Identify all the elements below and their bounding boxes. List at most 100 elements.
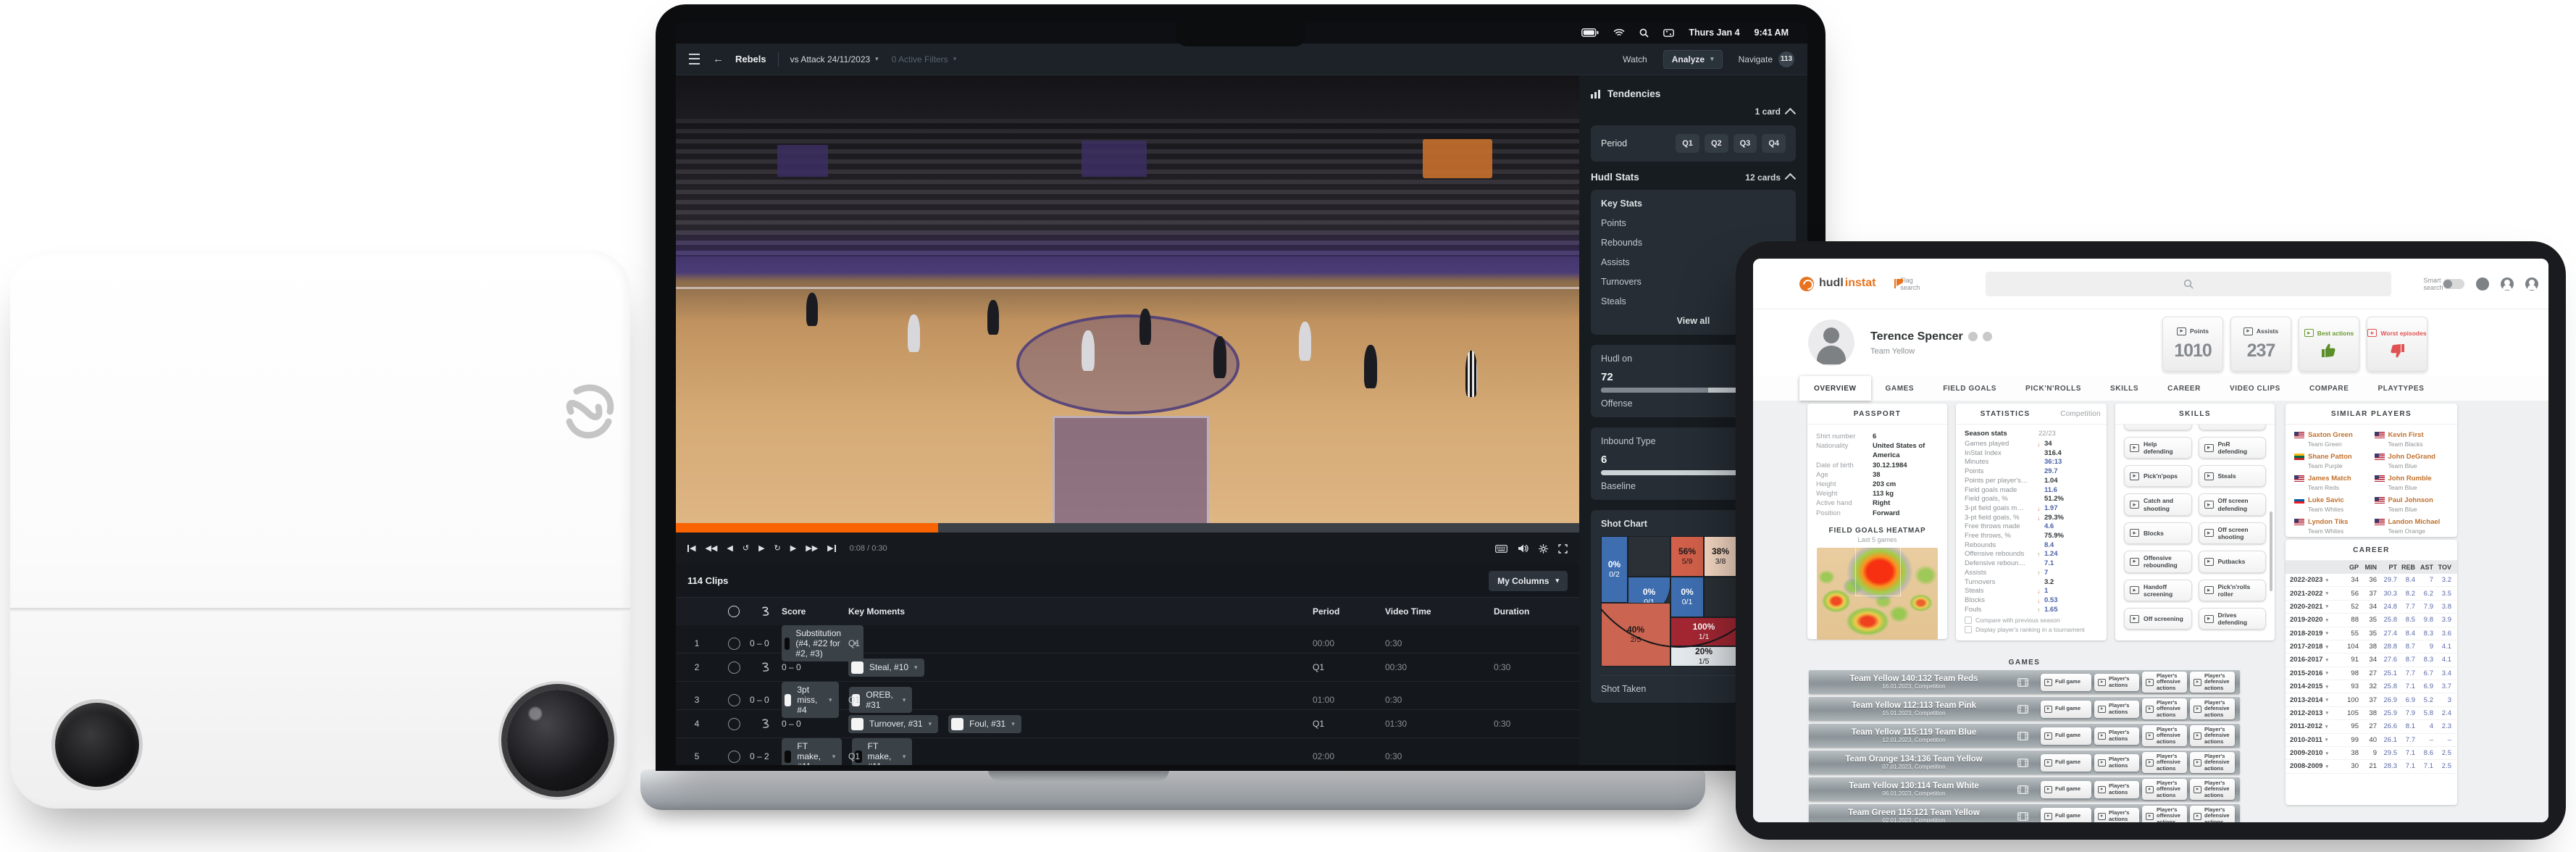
forward-button[interactable]: ↻: [774, 545, 781, 553]
profile-tab[interactable]: GAMES: [1871, 376, 1929, 401]
full-game-button[interactable]: ▶ Full game: [2041, 701, 2091, 718]
player-badge-icon[interactable]: [1983, 332, 1992, 341]
settings-gear-icon[interactable]: [1539, 544, 1548, 554]
skill-button[interactable]: ▶ Putbacks: [2199, 551, 2267, 572]
moment-chip[interactable]: FT make, #11 ▾: [782, 738, 842, 765]
shot-zone[interactable]: 40%2/5: [1601, 603, 1670, 667]
player-actions-button[interactable]: ▶ Player's actions: [2094, 674, 2139, 691]
player-defensive-actions-button[interactable]: ▶ Player's defensive actions: [2190, 725, 2235, 747]
similar-player[interactable]: Shane Patton Team Purple: [2294, 453, 2369, 469]
fullscreen-icon[interactable]: [1558, 544, 1568, 554]
skill-button[interactable]: ▶ Help defending: [2124, 437, 2192, 459]
game-row[interactable]: Team Yellow 115:119 Team Blue 12.01.2023…: [1809, 724, 2240, 748]
analyze-dropdown[interactable]: Analyze▾: [1663, 50, 1723, 69]
player-badge-icon[interactable]: [1968, 332, 1978, 341]
skill-button[interactable]: ▶ Off screen shooting: [2199, 522, 2267, 544]
search-icon[interactable]: [1639, 28, 1649, 38]
game-row[interactable]: Team Yellow 112:113 Team Pink 15.01.2023…: [1809, 697, 2240, 721]
game-row[interactable]: Team Orange 134:136 Team Yellow 07.01.20…: [1809, 751, 2240, 774]
season-dropdown[interactable]: 2018-2019▾: [2290, 630, 2341, 638]
player-defensive-actions-button[interactable]: ▶ Player's defensive actions: [2190, 672, 2235, 693]
collapse-chevron-icon[interactable]: [1785, 173, 1797, 185]
shot-chart[interactable]: 0%0/2 56%5/9 38%3/8 0%0/1 0%0/1 40%2/5 1…: [1601, 536, 1755, 667]
skill-button[interactable]: ▶ Off screen defending: [2199, 493, 2267, 515]
season-dropdown[interactable]: 2008-2009▾: [2290, 762, 2341, 770]
similar-player[interactable]: Luke Savic Team Whites: [2294, 496, 2369, 513]
profile-tab[interactable]: SKILLS: [2096, 376, 2153, 401]
similar-player[interactable]: John DeGrand Team Blue: [2375, 453, 2449, 469]
season-dropdown[interactable]: 2021-2022▾: [2290, 590, 2341, 598]
player-offensive-actions-button[interactable]: ▶ Player's offensive actions: [2142, 806, 2187, 822]
navigate-menu-item[interactable]: Navigate 113: [1739, 51, 1794, 67]
season-dropdown[interactable]: 2016-2017▾: [2290, 656, 2341, 664]
collapse-chevron-icon[interactable]: [1785, 107, 1797, 119]
player-offensive-actions-button[interactable]: ▶ Player's offensive actions: [2142, 752, 2187, 774]
season-dropdown[interactable]: 2020-2021▾: [2290, 603, 2341, 611]
similar-player[interactable]: Landon Michael Team Orange: [2375, 518, 2449, 535]
moment-chip[interactable]: Foul, #31 ▾: [948, 715, 1021, 733]
my-columns-dropdown[interactable]: My Columns▾: [1489, 571, 1568, 591]
select-circle-icon[interactable]: [728, 661, 740, 674]
volume-icon[interactable]: [1518, 544, 1529, 553]
full-game-button[interactable]: ▶ Full game: [2041, 674, 2091, 691]
skill-button[interactable]: ▶ Pick'n'rolls roller: [2199, 580, 2267, 601]
stats-checkbox[interactable]: Compare with previous season: [1956, 614, 2107, 624]
video-player[interactable]: [676, 75, 1579, 523]
skill-button[interactable]: ▶ Offensive rebounding: [2124, 551, 2192, 572]
season-dropdown[interactable]: 2014-2015▾: [2290, 682, 2341, 690]
game-selector[interactable]: vs Attack 24/11/2023▾: [790, 54, 879, 64]
season-dropdown[interactable]: 2010-2011▾: [2290, 736, 2341, 744]
smart-search-label[interactable]: Smart search: [2423, 277, 2443, 291]
keyboard-shortcuts-icon[interactable]: [1495, 545, 1507, 553]
search-input[interactable]: [1986, 272, 2391, 296]
quarter-button[interactable]: Q1: [1676, 134, 1699, 153]
play-button[interactable]: ▶: [758, 545, 764, 553]
profile-icon[interactable]: [2525, 277, 2538, 291]
skill-button[interactable]: ▶ Catch and shooting: [2124, 493, 2192, 515]
skill-button[interactable]: ▶ defending: [2124, 425, 2192, 430]
profile-tab[interactable]: COMPARE: [2295, 376, 2364, 401]
season-dropdown[interactable]: 2013-2014▾: [2290, 696, 2341, 704]
player-defensive-actions-button[interactable]: ▶ Player's defensive actions: [2190, 779, 2235, 801]
similar-player[interactable]: Paul Johnson Team Blue: [2375, 496, 2449, 513]
stats-checkbox[interactable]: Display player's ranking in a tournament: [1956, 624, 2107, 633]
checkbox-icon[interactable]: [1965, 617, 1972, 624]
skip-end-button[interactable]: ▶: [827, 545, 835, 553]
shot-zone[interactable]: 20%1/5: [1670, 646, 1737, 667]
key-stat-item[interactable]: Points: [1601, 218, 1786, 228]
flag-search[interactable]: Flag search: [1894, 277, 1920, 291]
theme-toggle[interactable]: [2443, 279, 2464, 289]
competition-tab[interactable]: Competition: [2054, 404, 2107, 424]
points-card[interactable]: ▶Points 1010: [2162, 317, 2223, 372]
player-defensive-actions-button[interactable]: ▶ Player's defensive actions: [2190, 806, 2235, 822]
hudl-instat-logo[interactable]: hudl instat: [1799, 277, 1875, 291]
film-icon[interactable]: [2017, 732, 2038, 740]
player-actions-button[interactable]: ▶ Player's actions: [2094, 727, 2139, 745]
skill-button[interactable]: ▶ Off screening: [2124, 608, 2192, 630]
season-dropdown[interactable]: 2011-2012▾: [2290, 722, 2341, 730]
checkbox-icon[interactable]: [1965, 626, 1972, 633]
table-row[interactable]: 5 0 – 2 FT make, #11 ▾: [676, 738, 1579, 765]
game-row[interactable]: Team Yellow 140:132 Team Reds 16.01.2023…: [1809, 670, 2240, 694]
player-actions-button[interactable]: ▶ Player's actions: [2094, 781, 2139, 798]
moment-chip[interactable]: 3pt miss, #4 ▾: [782, 682, 839, 718]
similar-player[interactable]: Lyndon Tiks Team Whites: [2294, 518, 2369, 535]
shot-zone[interactable]: 100%1/1: [1670, 617, 1737, 646]
shot-zone[interactable]: 0%0/2: [1601, 536, 1628, 603]
film-icon[interactable]: [2017, 678, 2038, 687]
profile-tab[interactable]: VIDEO CLIPS: [2215, 376, 2295, 401]
select-circle-icon[interactable]: [728, 751, 740, 763]
skip-start-button[interactable]: ◀: [687, 545, 695, 553]
film-icon[interactable]: [2017, 759, 2038, 767]
shot-zone[interactable]: 56%5/9: [1670, 536, 1704, 577]
similar-player[interactable]: John Rumble Team Blue: [2375, 475, 2449, 491]
player-actions-button[interactable]: ▶ Player's actions: [2094, 701, 2139, 718]
player-offensive-actions-button[interactable]: ▶ Player's offensive actions: [2142, 779, 2187, 801]
profile-tab[interactable]: FIELD GOALS: [1928, 376, 2011, 401]
frame-forward-button[interactable]: ▶: [790, 545, 796, 553]
select-circle-icon[interactable]: [728, 718, 740, 730]
film-icon[interactable]: [2017, 812, 2038, 821]
fast-forward-button[interactable]: ▶▶: [806, 545, 818, 553]
season-dropdown[interactable]: 2019-2020▾: [2290, 616, 2341, 624]
quarter-button[interactable]: Q2: [1705, 134, 1728, 153]
